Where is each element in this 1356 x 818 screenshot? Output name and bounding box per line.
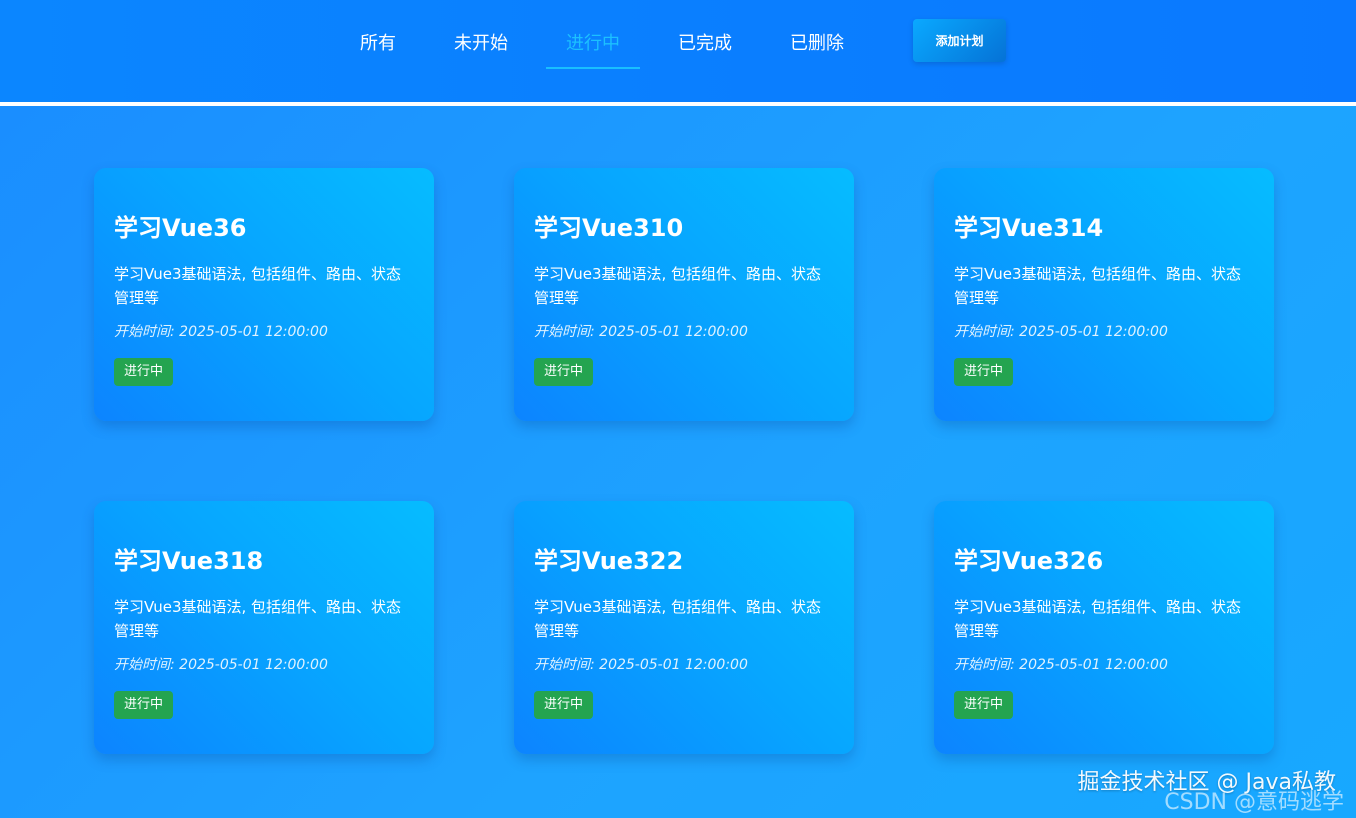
card-description: 学习Vue3基础语法, 包括组件、路由、状态管理等 bbox=[114, 265, 402, 307]
card-start-time: 开始时间: 2025-05-01 12:00:00 bbox=[954, 657, 1168, 673]
tab-all[interactable]: 所有 bbox=[360, 19, 396, 65]
status-badge: 进行中 bbox=[114, 358, 174, 386]
tab-deleted[interactable]: 已删除 bbox=[790, 19, 844, 65]
card-start-time: 开始时间: 2025-05-01 12:00:00 bbox=[114, 324, 328, 340]
tab-in-progress[interactable]: 进行中 bbox=[546, 19, 640, 69]
card-title: 学习Vue318 bbox=[114, 547, 264, 575]
plan-card[interactable]: 学习Vue36 学习Vue3基础语法, 包括组件、路由、状态管理等 开始时间: … bbox=[94, 168, 434, 421]
tab-not-started[interactable]: 未开始 bbox=[454, 19, 508, 65]
card-start-time: 开始时间: 2025-05-01 12:00:00 bbox=[534, 324, 748, 340]
status-badge: 进行中 bbox=[534, 691, 594, 719]
plan-card[interactable]: 学习Vue318 学习Vue3基础语法, 包括组件、路由、状态管理等 开始时间:… bbox=[94, 501, 434, 754]
status-badge: 进行中 bbox=[954, 358, 1014, 386]
plan-card[interactable]: 学习Vue322 学习Vue3基础语法, 包括组件、路由、状态管理等 开始时间:… bbox=[514, 501, 854, 754]
card-start-time: 开始时间: 2025-05-01 12:00:00 bbox=[954, 324, 1168, 340]
card-title: 学习Vue314 bbox=[954, 214, 1104, 242]
card-title: 学习Vue36 bbox=[114, 214, 247, 242]
card-description: 学习Vue3基础语法, 包括组件、路由、状态管理等 bbox=[954, 265, 1242, 307]
plan-card[interactable]: 学习Vue326 学习Vue3基础语法, 包括组件、路由、状态管理等 开始时间:… bbox=[934, 501, 1274, 754]
card-title: 学习Vue322 bbox=[534, 547, 684, 575]
card-start-time: 开始时间: 2025-05-01 12:00:00 bbox=[114, 657, 328, 673]
status-badge: 进行中 bbox=[954, 691, 1014, 719]
card-description: 学习Vue3基础语法, 包括组件、路由、状态管理等 bbox=[534, 265, 822, 307]
add-plan-button[interactable]: 添加计划 bbox=[913, 19, 1006, 62]
filter-tabs: 所有 未开始 进行中 已完成 已删除 bbox=[360, 0, 902, 84]
card-title: 学习Vue310 bbox=[534, 214, 684, 242]
card-description: 学习Vue3基础语法, 包括组件、路由、状态管理等 bbox=[114, 598, 402, 640]
card-description: 学习Vue3基础语法, 包括组件、路由、状态管理等 bbox=[954, 598, 1242, 640]
watermark-csdn: CSDN @意码逃学 bbox=[1164, 790, 1344, 815]
card-title: 学习Vue326 bbox=[954, 547, 1104, 575]
status-badge: 进行中 bbox=[534, 358, 594, 386]
tab-completed[interactable]: 已完成 bbox=[678, 19, 732, 65]
card-start-time: 开始时间: 2025-05-01 12:00:00 bbox=[534, 657, 748, 673]
plan-card[interactable]: 学习Vue314 学习Vue3基础语法, 包括组件、路由、状态管理等 开始时间:… bbox=[934, 168, 1274, 421]
top-nav-bar: 所有 未开始 进行中 已完成 已删除 添加计划 bbox=[0, 0, 1356, 106]
status-badge: 进行中 bbox=[114, 691, 174, 719]
card-description: 学习Vue3基础语法, 包括组件、路由、状态管理等 bbox=[534, 598, 822, 640]
plan-card[interactable]: 学习Vue310 学习Vue3基础语法, 包括组件、路由、状态管理等 开始时间:… bbox=[514, 168, 854, 421]
